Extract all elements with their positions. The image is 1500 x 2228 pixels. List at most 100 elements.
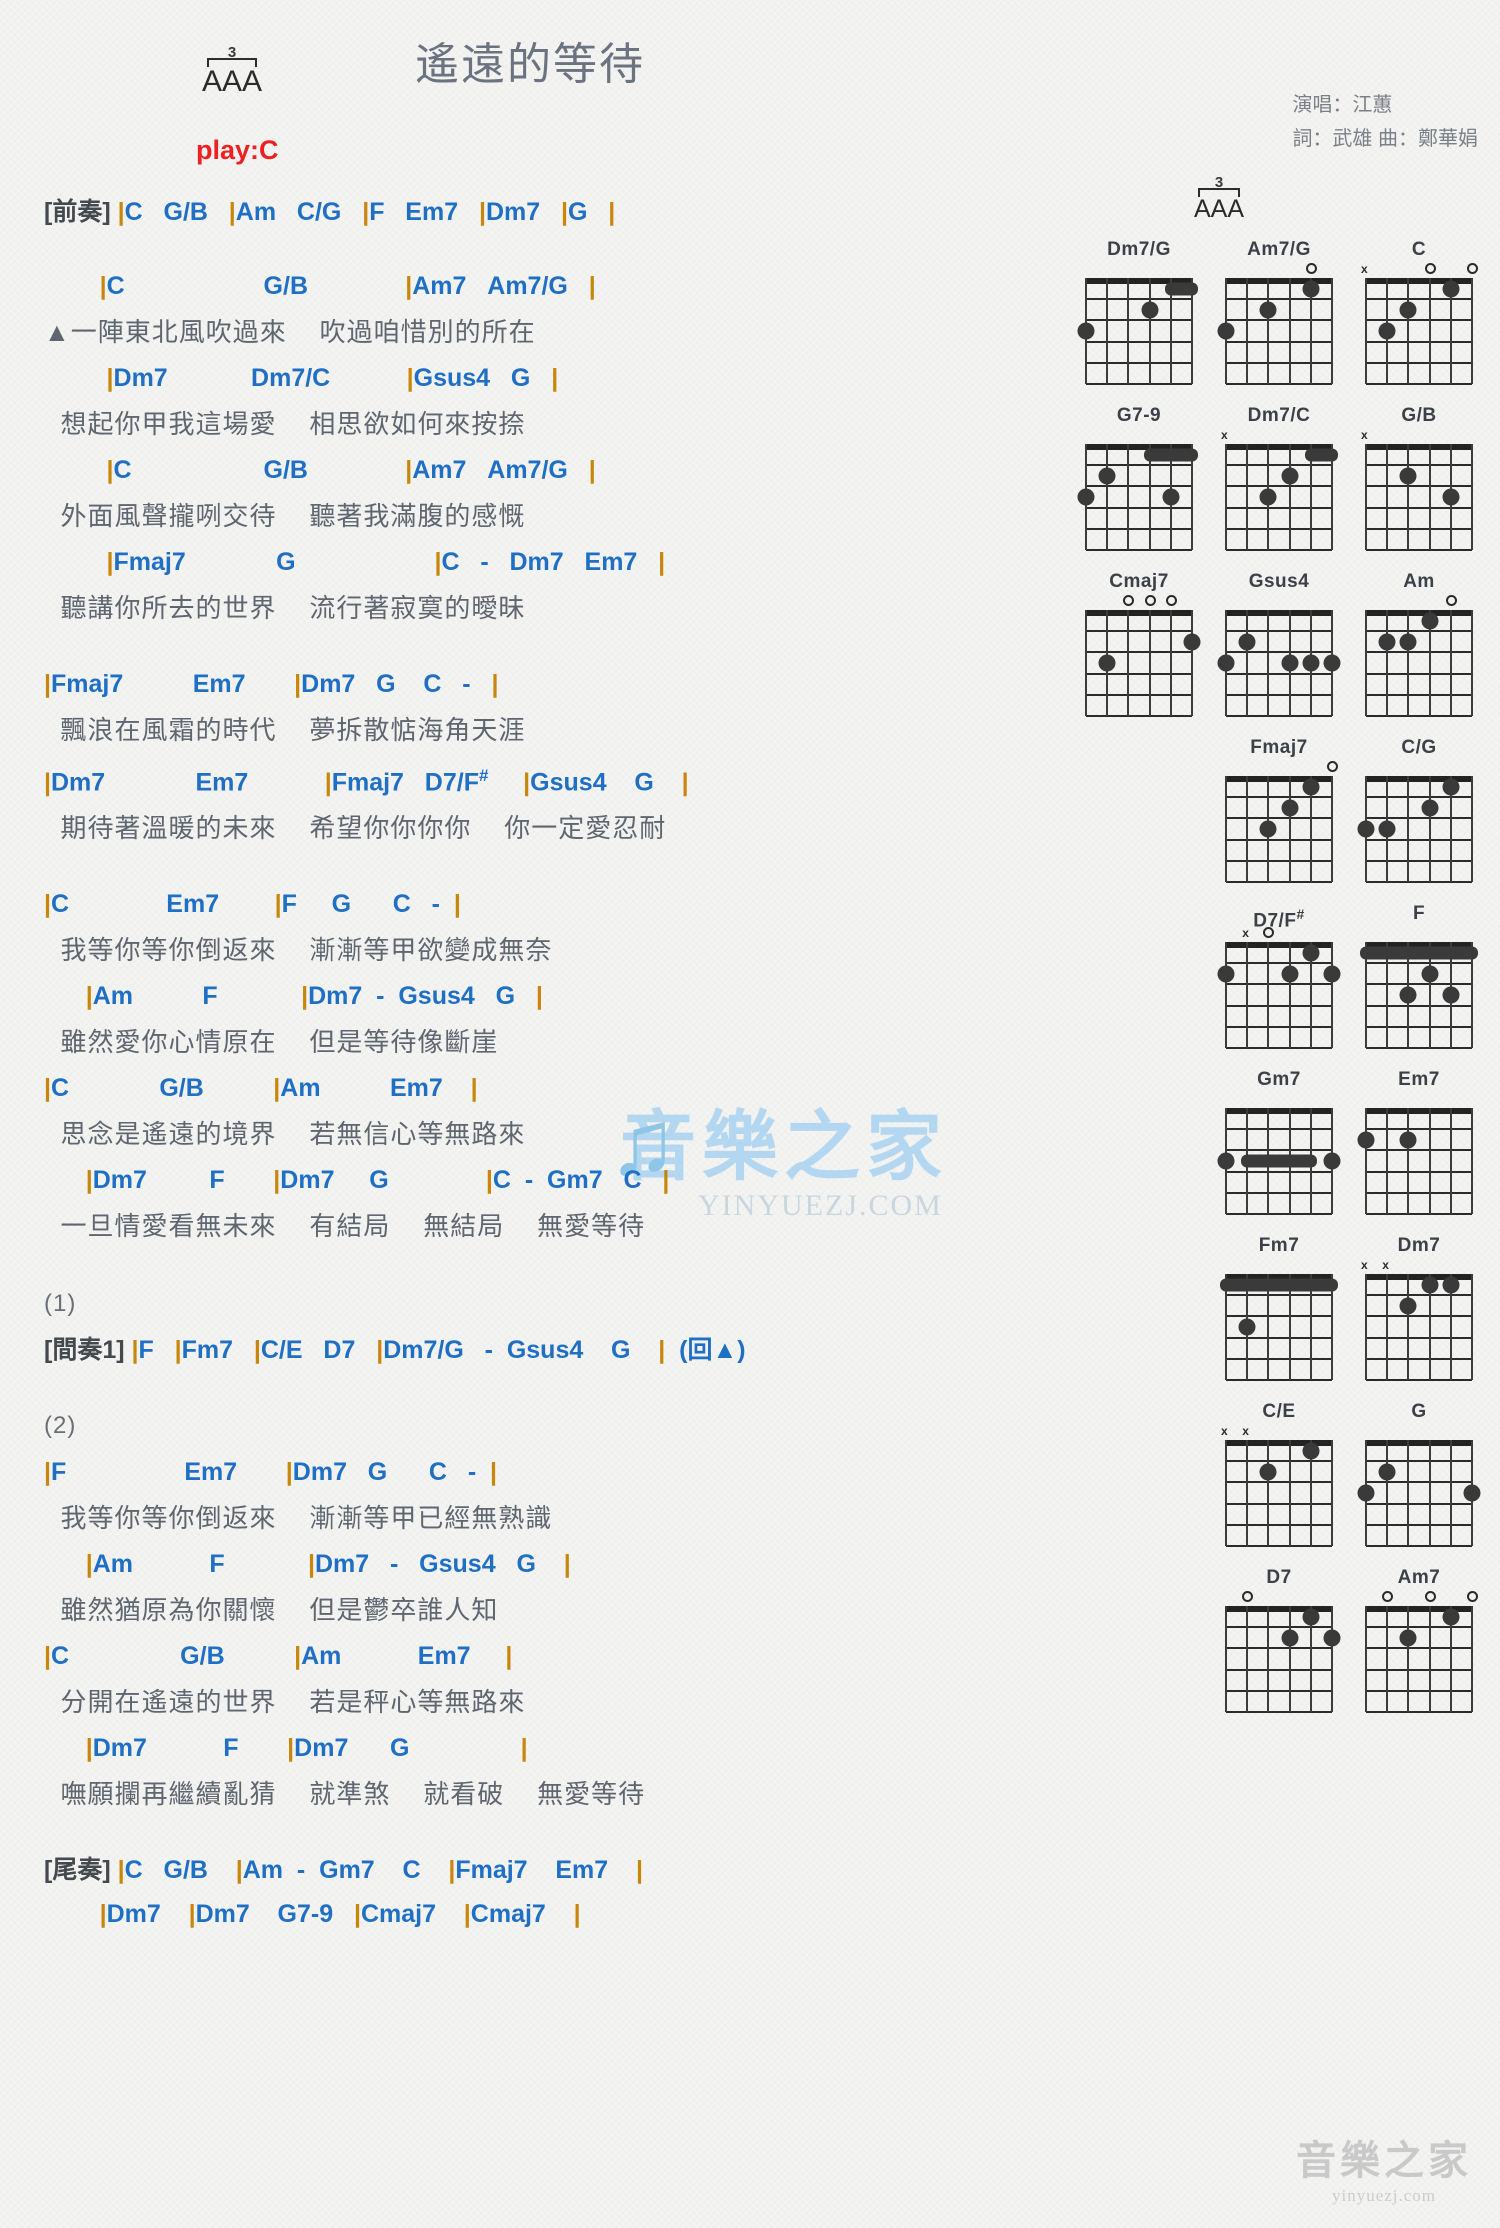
string-line: [1127, 610, 1130, 716]
finger-dot: [1378, 820, 1396, 838]
finger-dot: [1077, 488, 1095, 506]
lyric-line: 思念是遙遠的境界 若無信心等無路來: [44, 1119, 526, 1150]
fret-line: [1366, 693, 1472, 696]
finger-dot: [1357, 820, 1375, 838]
chord-diagram-name: D7/F#: [1253, 906, 1305, 932]
fret-line: [1366, 1336, 1472, 1339]
chord-diagram: D7/F# x: [1215, 902, 1343, 1049]
finger-dot: [1238, 633, 1256, 651]
finger-dot: [1259, 1463, 1277, 1481]
string-line: [1246, 444, 1249, 550]
fret-line: [1366, 485, 1472, 488]
finger-dot: [1323, 1629, 1341, 1647]
outro-chord-line: |Dm7 |Dm7 G7-9 |Cmaj7 |Cmaj7 |: [99, 1900, 581, 1929]
string-line: [1267, 942, 1270, 1048]
fret-line: [1226, 1128, 1332, 1131]
fret-line: [1226, 1357, 1332, 1360]
fret-line: [1086, 549, 1192, 551]
string-line: [1085, 610, 1087, 716]
fret-line: [1366, 1047, 1472, 1049]
finger-dot: [1098, 654, 1116, 672]
open-string-icon: [1382, 1591, 1394, 1602]
finger-dot: [1442, 280, 1460, 298]
open-mute-markers: [1366, 760, 1472, 776]
chord-diagram-row: Dm7/G Am7/G Cx: [1075, 238, 1495, 404]
finger-dot: [1238, 1318, 1256, 1336]
nut: [1366, 1108, 1472, 1114]
finger-dot: [1323, 1152, 1341, 1170]
string-line: [1288, 278, 1291, 384]
fret-line: [1226, 1004, 1332, 1007]
fret-line: [1086, 319, 1192, 322]
fret-line: [1226, 383, 1332, 385]
open-mute-markers: x: [1221, 428, 1332, 444]
fret-line: [1366, 319, 1472, 322]
chord-diagram: Em7: [1355, 1068, 1483, 1215]
fret-line: [1086, 340, 1192, 343]
fret-line: [1366, 1647, 1472, 1650]
open-mute-markers: [1366, 594, 1472, 610]
fret-line: [1366, 1379, 1472, 1381]
nut: [1366, 1440, 1472, 1446]
finger-dot: [1141, 301, 1159, 319]
string-line: [1365, 444, 1367, 550]
string-line: [1288, 776, 1291, 882]
string-line: [1386, 1274, 1389, 1380]
chord-diagram: Cmaj7: [1075, 570, 1203, 717]
fret-line: [1366, 881, 1472, 883]
chord-diagram-row: C/E x x G: [1075, 1400, 1495, 1566]
chord-diagram-row: Cmaj7 Gsus4 Am: [1075, 570, 1495, 736]
finger-dot: [1259, 488, 1277, 506]
string-line: [1407, 444, 1410, 550]
fret-line: [1226, 1668, 1332, 1671]
finger-dot: [1217, 965, 1235, 983]
fret-line: [1226, 1647, 1332, 1650]
finger-dot: [1302, 654, 1320, 672]
string-line: [1407, 610, 1410, 716]
open-mute-markers: x: [1361, 428, 1472, 444]
finger-dot: [1421, 1276, 1439, 1294]
fretboard-grid: [1357, 776, 1473, 883]
open-mute-markers: [1226, 262, 1332, 278]
finger-dot: [1077, 322, 1095, 340]
chord-diagram: Dm7/C x: [1215, 404, 1343, 551]
lyric-line: 我等你等你倒返來 漸漸等甲欲變成無奈: [44, 935, 553, 966]
fretboard-grid: [1217, 610, 1341, 717]
finger-dot: [1442, 778, 1460, 796]
fret-line: [1086, 672, 1192, 675]
fret-line: [1366, 672, 1472, 675]
string-line: [1148, 278, 1151, 384]
string-line: [1407, 1274, 1410, 1380]
triplet-number-right: 3: [1214, 174, 1224, 191]
muted-string-icon: x: [1382, 1258, 1389, 1272]
chord-diagram: Gm7: [1215, 1068, 1343, 1215]
nut: [1226, 610, 1332, 616]
fret-line: [1086, 383, 1192, 385]
string-line: [1428, 278, 1431, 384]
fret-line: [1226, 672, 1332, 675]
credit-writers: 詞：武雄 曲：鄭華娟: [1292, 128, 1478, 150]
fretboard-grid: [1225, 776, 1333, 883]
fret-line: [1086, 630, 1192, 633]
chord-diagram: Am: [1355, 570, 1483, 717]
chord-diagram-name: F: [1412, 903, 1426, 924]
chord-line: |Dm7 F |Dm7 G |C - Gm7 C |: [85, 1166, 670, 1195]
fret-line: [1226, 983, 1332, 986]
fret-line: [1086, 298, 1192, 301]
fretboard-grid: [1217, 1108, 1341, 1215]
fret-line: [1366, 1523, 1472, 1526]
fretboard-grid: [1220, 1274, 1338, 1381]
barre: [1304, 448, 1338, 462]
fret-line: [1226, 693, 1332, 696]
fret-line: [1366, 1213, 1472, 1215]
fret-line: [1226, 527, 1332, 530]
fret-line: [1366, 549, 1472, 551]
finger-dot: [1323, 965, 1341, 983]
open-mute-markers: x: [1226, 926, 1332, 942]
chord-diagram-name: Am7: [1397, 1567, 1441, 1588]
chord-line: |C G/B |Am7 Am7/G |: [106, 456, 596, 484]
fret-line: [1366, 715, 1472, 717]
string-line: [1267, 610, 1270, 716]
string-line: [1365, 610, 1367, 716]
